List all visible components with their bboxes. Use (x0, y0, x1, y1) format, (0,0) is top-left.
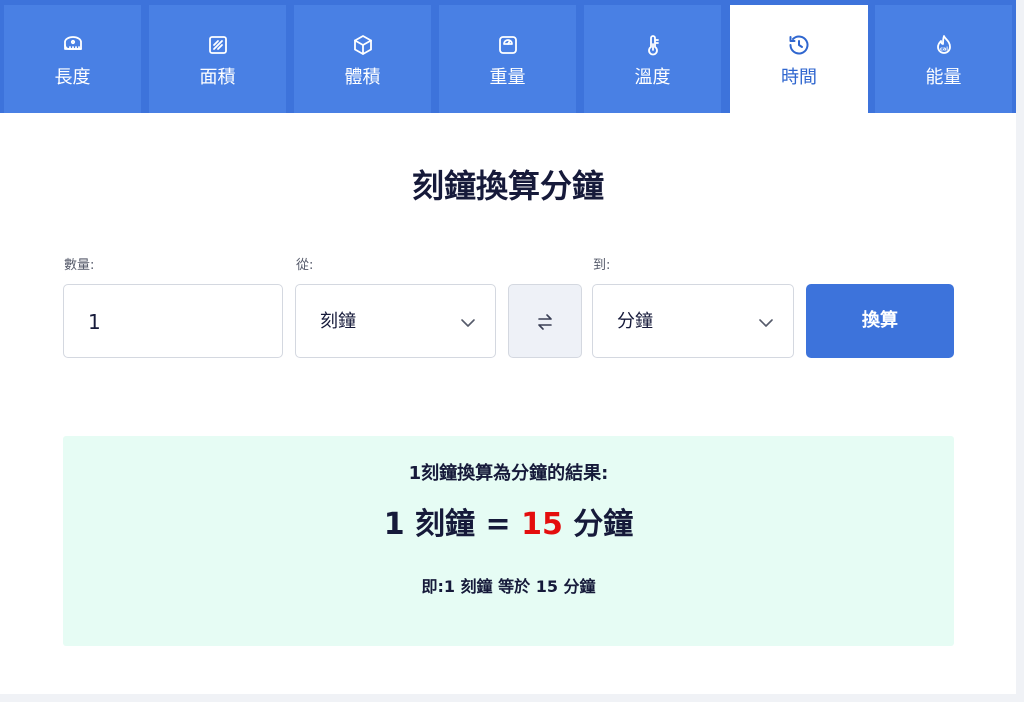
tab-area[interactable]: 面積 (149, 5, 286, 113)
tab-weight[interactable]: 重量 (439, 5, 576, 113)
quantity-value: 1 (88, 310, 101, 334)
from-label: 從: (296, 258, 314, 273)
tab-volume[interactable]: 體積 (294, 5, 431, 113)
from-unit-select[interactable]: 刻鐘 (295, 284, 496, 358)
scale-icon (498, 36, 517, 54)
swap-arrows-icon (538, 314, 552, 330)
tab-length[interactable]: 長度 (4, 5, 141, 113)
result-note: 即:1 刻鐘 等於 15 分鐘 (421, 577, 596, 596)
chevron-down-icon (759, 319, 773, 327)
quantity-label: 數量: (64, 258, 95, 273)
tab-label: 重量 (489, 67, 526, 88)
area-square-icon (208, 36, 227, 54)
result-heading: 1刻鐘換算為分鐘的結果: (408, 463, 609, 484)
to-label: 到: (593, 258, 611, 273)
tab-label: 長度 (54, 67, 91, 88)
tab-label: 溫度 (634, 67, 671, 88)
quantity-input[interactable]: 1 (63, 284, 283, 358)
cube-icon (353, 35, 372, 55)
tab-label: 時間 (781, 67, 817, 88)
tab-energy[interactable]: cal 能量 (875, 5, 1012, 113)
svg-text:cal: cal (939, 47, 947, 53)
output-amount: 15 (521, 507, 563, 542)
result-equation: 1 刻鐘 = 15 分鐘 (63, 506, 954, 544)
to-unit-select[interactable]: 分鐘 (592, 284, 794, 358)
converter-panel: 長度 面積 體積 重量 溫度 時間 cal 能量 刻鐘換算分鐘 數量: 從: 到… (0, 0, 1016, 694)
equals-sign: = (485, 507, 511, 542)
tab-label: 面積 (199, 67, 236, 88)
convert-button[interactable]: 換算 (806, 284, 954, 358)
result-panel: 1刻鐘換算為分鐘的結果: 1 刻鐘 = 15 分鐘 即:1 刻鐘 等於 15 分… (63, 436, 954, 646)
input-unit: 刻鐘 (415, 507, 476, 542)
tab-label: 能量 (925, 67, 962, 88)
tab-time[interactable]: 時間 (730, 5, 868, 113)
input-amount: 1 (383, 507, 405, 542)
tab-temperature[interactable]: 溫度 (584, 5, 721, 113)
thermometer-icon (647, 35, 659, 56)
tab-label: 體積 (344, 67, 381, 88)
from-unit-value: 刻鐘 (320, 311, 356, 332)
history-clock-icon (789, 35, 809, 55)
page-title: 刻鐘換算分鐘 (411, 167, 604, 205)
measuring-tape-icon (63, 36, 82, 50)
calorie-flame-icon: cal (936, 35, 951, 54)
to-unit-value: 分鐘 (617, 311, 653, 332)
chevron-down-icon (461, 319, 475, 327)
output-unit: 分鐘 (573, 507, 634, 542)
unit-category-tabs: 長度 面積 體積 重量 溫度 時間 cal 能量 (0, 0, 1016, 113)
swap-units-button[interactable] (508, 284, 582, 358)
